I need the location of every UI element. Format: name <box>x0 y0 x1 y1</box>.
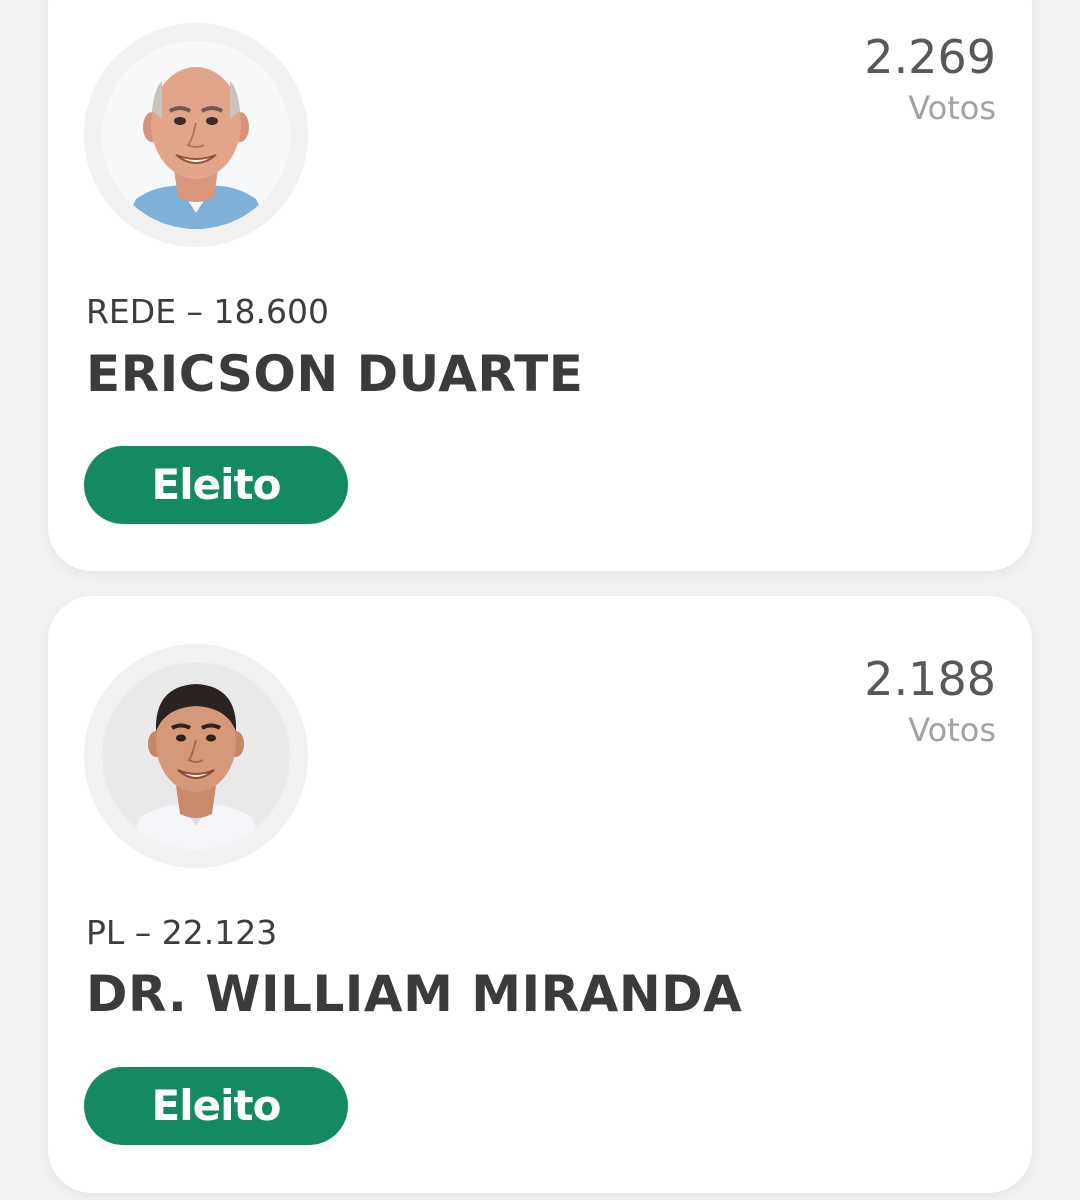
candidate-photo <box>102 41 290 229</box>
candidate-avatar <box>84 644 308 868</box>
candidate-name: DR. WILLIAM MIRANDA <box>86 965 743 1023</box>
party-number: REDE – 18.600 <box>86 292 329 331</box>
candidate-name: ERICSON DUARTE <box>86 345 584 403</box>
status-badge: Eleito <box>84 1067 348 1145</box>
votes-block: 2.269 Votos <box>864 30 996 128</box>
candidate-photo <box>102 662 290 850</box>
status-badge: Eleito <box>84 446 348 524</box>
votes-count: 2.188 <box>864 652 996 706</box>
party-number: PL – 22.123 <box>86 913 278 952</box>
votes-block: 2.188 Votos <box>864 652 996 750</box>
candidate-card[interactable]: 2.188 Votos PL – 22.123 DR. WILLIAM MIRA… <box>48 596 1032 1193</box>
candidate-avatar <box>84 23 308 247</box>
votes-count: 2.269 <box>864 30 996 84</box>
votes-label: Votos <box>908 711 996 749</box>
votes-label: Votos <box>908 89 996 127</box>
candidate-card[interactable]: 2.269 Votos REDE – 18.600 ERICSON DUARTE… <box>48 0 1032 571</box>
